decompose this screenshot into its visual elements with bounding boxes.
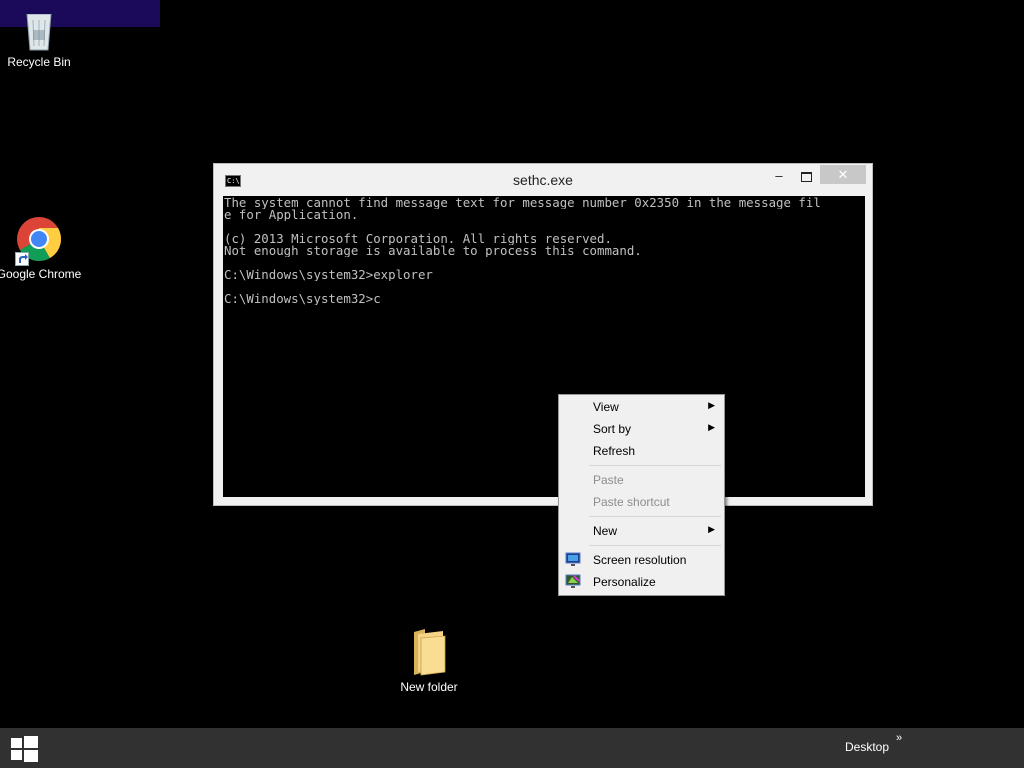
- console-output[interactable]: The system cannot find message text for …: [223, 196, 865, 497]
- toolbar-chevron-icon[interactable]: »: [896, 732, 902, 744]
- menu-item-paste-shortcut[interactable]: Paste shortcut: [559, 491, 724, 513]
- menu-item-new[interactable]: New ▶: [559, 520, 724, 542]
- console-titlebar[interactable]: C:\ sethc.exe – ✕: [214, 164, 872, 196]
- maximize-icon: [800, 172, 812, 182]
- menu-item-label: Paste shortcut: [593, 495, 670, 509]
- submenu-arrow-icon: ▶: [708, 524, 715, 534]
- menu-separator: [589, 545, 721, 546]
- shortcut-arrow-icon: [15, 252, 29, 266]
- recycle-bin-shortcut[interactable]: Recycle Bin: [0, 14, 84, 70]
- console-prompt-line[interactable]: C:\Windows\system32>c: [223, 293, 865, 305]
- desktop-context-menu: View ▶ Sort by ▶ Refresh Paste Paste sho…: [558, 394, 725, 596]
- console-line: e for Application.: [224, 209, 359, 221]
- screen-resolution-icon: [565, 552, 581, 570]
- recycle-bin-icon: [26, 14, 52, 51]
- new-folder-label: New folder: [400, 680, 458, 694]
- submenu-arrow-icon: ▶: [708, 400, 715, 410]
- console-line: The system cannot find message text for …: [224, 197, 821, 209]
- new-folder-shortcut[interactable]: New folder: [384, 628, 474, 695]
- menu-item-label: New: [593, 524, 618, 538]
- menu-item-label: View: [593, 400, 619, 414]
- console-line: (c) 2013 Microsoft Corporation. All righ…: [224, 233, 612, 245]
- close-button[interactable]: ✕: [820, 165, 866, 184]
- menu-separator: [589, 465, 721, 466]
- menu-item-label: Sort by: [593, 422, 632, 436]
- start-button[interactable]: [10, 736, 38, 762]
- google-chrome-shortcut[interactable]: Google Chrome: [0, 216, 84, 282]
- menu-item-personalize[interactable]: Personalize: [559, 571, 724, 593]
- folder-icon: [414, 629, 446, 676]
- menu-item-sort-by[interactable]: Sort by ▶: [559, 418, 724, 440]
- maximize-button[interactable]: [796, 168, 816, 186]
- menu-item-label: Screen resolution: [593, 553, 687, 567]
- console-line: Not enough storage is available to proce…: [224, 245, 642, 257]
- menu-item-label: Refresh: [593, 444, 636, 458]
- menu-item-screen-resolution[interactable]: Screen resolution: [559, 549, 724, 571]
- console-window[interactable]: C:\ sethc.exe – ✕ The system cannot find…: [213, 163, 873, 506]
- menu-item-paste[interactable]: Paste: [559, 469, 724, 491]
- console-line: C:\Windows\system32>explorer: [224, 269, 433, 281]
- recycle-bin-label: Recycle Bin: [7, 55, 71, 69]
- desktop-toolbar-label[interactable]: Desktop: [845, 740, 889, 754]
- menu-separator: [589, 516, 721, 517]
- menu-item-label: Paste: [593, 473, 624, 487]
- google-chrome-label: Google Chrome: [0, 267, 82, 281]
- menu-item-view[interactable]: View ▶: [559, 396, 724, 418]
- taskbar: Desktop »: [0, 728, 1024, 768]
- minimize-button[interactable]: –: [769, 168, 789, 186]
- menu-item-label: Personalize: [593, 575, 656, 589]
- submenu-arrow-icon: ▶: [708, 422, 715, 432]
- menu-item-refresh[interactable]: Refresh: [559, 440, 724, 462]
- personalize-icon: [565, 574, 581, 592]
